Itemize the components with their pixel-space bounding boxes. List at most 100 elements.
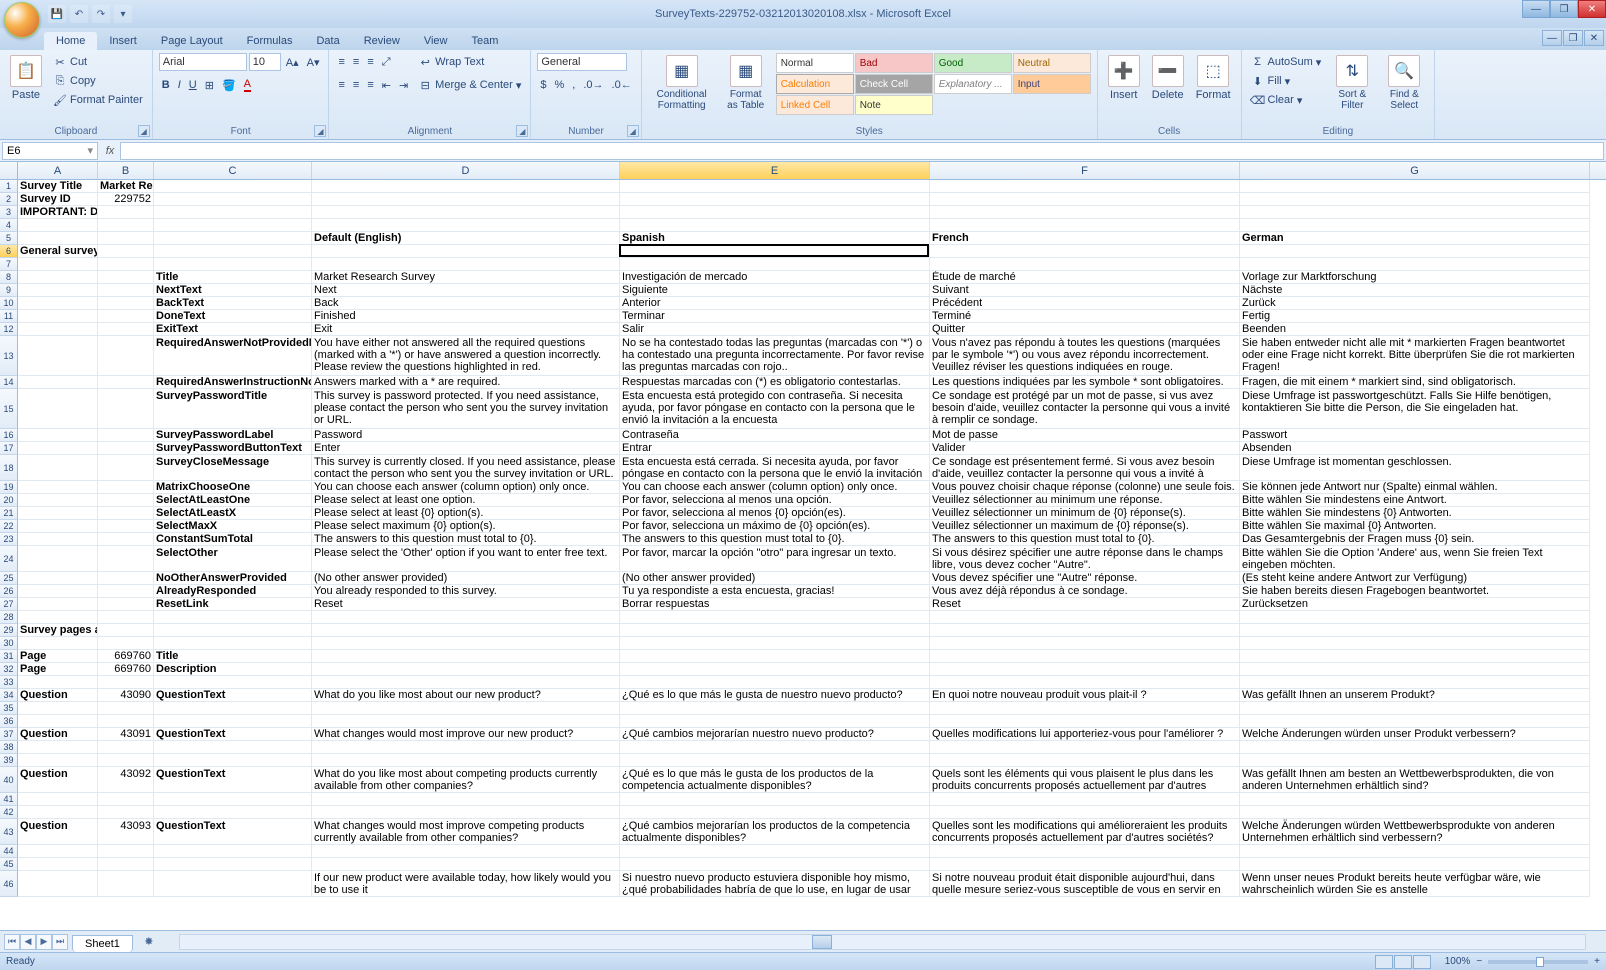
view-page-layout-button[interactable]: [1394, 955, 1412, 969]
cell-E10[interactable]: Anterior: [620, 297, 930, 310]
cell-D46[interactable]: If our new product were available today,…: [312, 871, 620, 897]
row-header-6[interactable]: 6: [0, 245, 18, 258]
col-header-F[interactable]: F: [930, 162, 1240, 179]
col-header-G[interactable]: G: [1240, 162, 1590, 179]
cell-D3[interactable]: [312, 206, 620, 219]
cell-F16[interactable]: Mot de passe: [930, 429, 1240, 442]
align-right-button[interactable]: ≡: [364, 76, 376, 94]
cell-F44[interactable]: [930, 845, 1240, 858]
cell-D17[interactable]: Enter: [312, 442, 620, 455]
cell-F39[interactable]: [930, 754, 1240, 767]
cell-F17[interactable]: Valider: [930, 442, 1240, 455]
cell-E32[interactable]: [620, 663, 930, 676]
fill-color-button[interactable]: 🪣: [219, 76, 239, 94]
cell-G22[interactable]: Bitte wählen Sie maximal {0} Antworten.: [1240, 520, 1590, 533]
decrease-font-button[interactable]: A▾: [304, 53, 323, 71]
cell-B9[interactable]: [98, 284, 154, 297]
cell-B33[interactable]: [98, 676, 154, 689]
cell-C26[interactable]: AlreadyResponded: [154, 585, 312, 598]
italic-button[interactable]: I: [175, 76, 184, 94]
cell-D29[interactable]: [312, 624, 620, 637]
cell-E5[interactable]: Spanish: [620, 232, 930, 245]
cell-C10[interactable]: BackText: [154, 297, 312, 310]
row-header-23[interactable]: 23: [0, 533, 18, 546]
cell-B4[interactable]: [98, 219, 154, 232]
cell-D12[interactable]: Exit: [312, 323, 620, 336]
cell-D14[interactable]: Answers marked with a * are required.: [312, 376, 620, 389]
cell-E30[interactable]: [620, 637, 930, 650]
copy-button[interactable]: ⎘Copy: [50, 72, 146, 90]
cell-F27[interactable]: Reset: [930, 598, 1240, 611]
style-linked-cell[interactable]: Linked Cell: [776, 95, 854, 115]
cell-F42[interactable]: [930, 806, 1240, 819]
cell-F28[interactable]: [930, 611, 1240, 624]
cell-A27[interactable]: [18, 598, 98, 611]
minimize-button[interactable]: —: [1522, 0, 1550, 18]
cell-D38[interactable]: [312, 741, 620, 754]
cell-A39[interactable]: [18, 754, 98, 767]
cell-D8[interactable]: Market Research Survey: [312, 271, 620, 284]
font-dialog-launcher[interactable]: ◢: [314, 125, 326, 137]
cell-E43[interactable]: ¿Qué cambios mejorarían los productos de…: [620, 819, 930, 845]
cell-styles-gallery[interactable]: Normal Bad Good Neutral Calculation Chec…: [776, 53, 1091, 115]
cell-E6[interactable]: [620, 245, 930, 258]
hscroll-thumb[interactable]: [812, 935, 832, 949]
cell-A18[interactable]: [18, 455, 98, 481]
cell-D37[interactable]: What changes would most improve our new …: [312, 728, 620, 741]
cell-A1[interactable]: Survey Title: [18, 180, 98, 193]
cell-D6[interactable]: [312, 245, 620, 258]
cell-A43[interactable]: Question: [18, 819, 98, 845]
align-left-button[interactable]: ≡: [335, 76, 347, 94]
cell-C9[interactable]: NextText: [154, 284, 312, 297]
cell-C36[interactable]: [154, 715, 312, 728]
row-header-34[interactable]: 34: [0, 689, 18, 702]
row-header-27[interactable]: 27: [0, 598, 18, 611]
cell-F46[interactable]: Si notre nouveau produit était disponibl…: [930, 871, 1240, 897]
conditional-formatting-button[interactable]: ▦Conditional Formatting: [648, 53, 716, 113]
cell-C6[interactable]: [154, 245, 312, 258]
cell-D15[interactable]: This survey is password protected. If yo…: [312, 389, 620, 429]
row-header-7[interactable]: 7: [0, 258, 18, 271]
cell-A2[interactable]: Survey ID: [18, 193, 98, 206]
row-header-38[interactable]: 38: [0, 741, 18, 754]
cell-B32[interactable]: 669760: [98, 663, 154, 676]
row-header-19[interactable]: 19: [0, 481, 18, 494]
cell-B6[interactable]: [98, 245, 154, 258]
row-header-1[interactable]: 1: [0, 180, 18, 193]
cell-A46[interactable]: [18, 871, 98, 897]
cell-C34[interactable]: QuestionText: [154, 689, 312, 702]
decrease-decimal-button[interactable]: .0←: [609, 76, 635, 94]
row-header-11[interactable]: 11: [0, 310, 18, 323]
cell-A7[interactable]: [18, 258, 98, 271]
row-header-5[interactable]: 5: [0, 232, 18, 245]
cell-A15[interactable]: [18, 389, 98, 429]
cell-F13[interactable]: Vous n'avez pas répondu à toutes les que…: [930, 336, 1240, 376]
cell-D20[interactable]: Please select at least one option.: [312, 494, 620, 507]
cell-A42[interactable]: [18, 806, 98, 819]
cell-A4[interactable]: [18, 219, 98, 232]
tab-data[interactable]: Data: [304, 32, 351, 50]
cell-D5[interactable]: Default (English): [312, 232, 620, 245]
cell-G17[interactable]: Absenden: [1240, 442, 1590, 455]
cell-G32[interactable]: [1240, 663, 1590, 676]
cell-C43[interactable]: QuestionText: [154, 819, 312, 845]
row-header-32[interactable]: 32: [0, 663, 18, 676]
cell-G41[interactable]: [1240, 793, 1590, 806]
workbook-close[interactable]: ✕: [1584, 30, 1604, 46]
cell-G8[interactable]: Vorlage zur Marktforschung: [1240, 271, 1590, 284]
cell-D32[interactable]: [312, 663, 620, 676]
row-header-22[interactable]: 22: [0, 520, 18, 533]
row-header-28[interactable]: 28: [0, 611, 18, 624]
cell-E44[interactable]: [620, 845, 930, 858]
insert-cells-button[interactable]: ➕Insert: [1104, 53, 1144, 103]
cell-E29[interactable]: [620, 624, 930, 637]
view-page-break-button[interactable]: [1413, 955, 1431, 969]
cell-A31[interactable]: Page: [18, 650, 98, 663]
cell-D42[interactable]: [312, 806, 620, 819]
sheet-nav-prev[interactable]: ◀: [20, 934, 36, 950]
cell-A34[interactable]: Question: [18, 689, 98, 702]
font-size-select[interactable]: [249, 53, 281, 71]
cell-D19[interactable]: You can choose each answer (column optio…: [312, 481, 620, 494]
style-neutral[interactable]: Neutral: [1013, 53, 1091, 73]
cell-A14[interactable]: [18, 376, 98, 389]
